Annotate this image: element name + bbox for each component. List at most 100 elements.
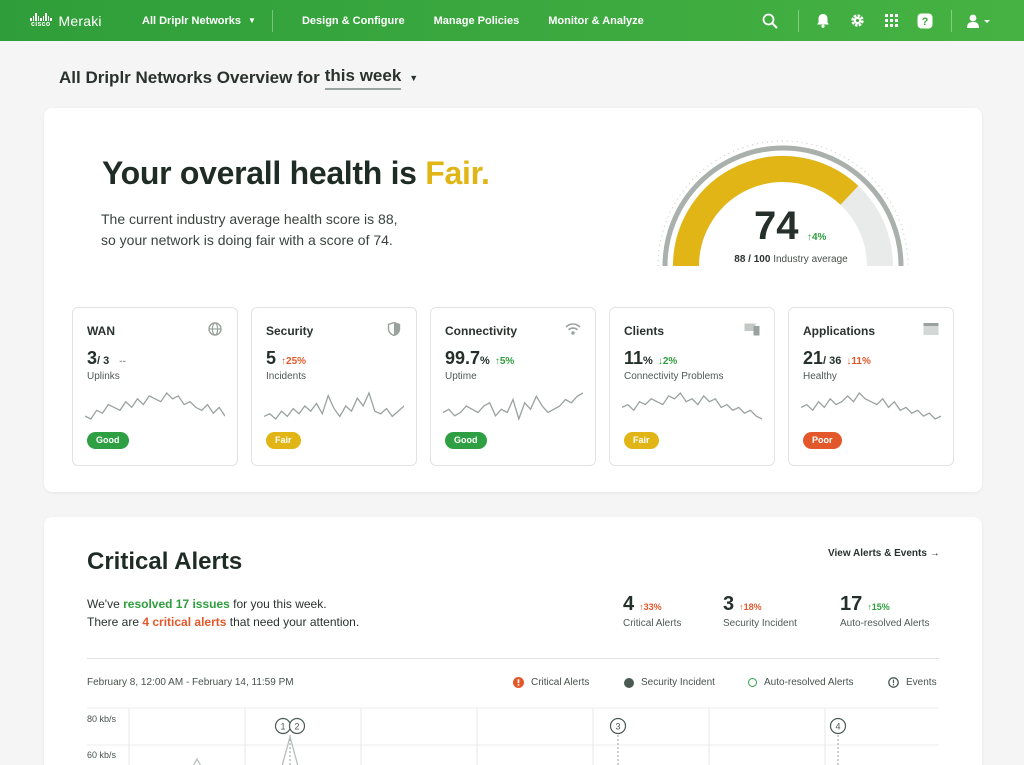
- chevron-down-icon[interactable]: ▼: [409, 73, 418, 83]
- stat-label: Critical Alerts: [623, 618, 682, 629]
- help-icon[interactable]: ?: [915, 11, 935, 31]
- divider: [87, 658, 939, 659]
- sparkline-path: [622, 391, 762, 420]
- metric-value-number: 3: [87, 348, 98, 368]
- metric-value-unit: %: [643, 355, 653, 367]
- event-marker-label: 2: [294, 722, 299, 732]
- brand-logo[interactable]: cisco Meraki: [30, 12, 132, 29]
- cisco-logo: cisco: [30, 12, 52, 29]
- network-selector-label: All Driplr Networks: [142, 14, 242, 27]
- security-dot-icon: [624, 677, 634, 688]
- text-span: We've: [87, 597, 124, 611]
- alerts-title: Critical Alerts: [87, 548, 243, 575]
- period-selector[interactable]: this week: [324, 66, 402, 90]
- legend-security-incident[interactable]: Security Incident: [624, 677, 715, 688]
- critical-alert-icon: [513, 677, 524, 688]
- alerts-traffic-chart: 1 2 3 4: [87, 707, 939, 765]
- metric-subtitle: Incidents: [266, 371, 307, 382]
- cisco-bars-icon: [30, 12, 52, 21]
- alerts-description-line2: There are 4 critical alerts that need yo…: [87, 613, 359, 631]
- stat-delta: ↑18%: [739, 602, 762, 612]
- search-icon[interactable]: [760, 11, 780, 31]
- metric-sparkline: [443, 392, 583, 422]
- metric-card-wan[interactable]: WAN 3/ 3 -- Uplinks Good: [72, 307, 238, 466]
- resolved-issues-link[interactable]: resolved 17 issues: [123, 597, 230, 611]
- sparkline-path: [264, 391, 404, 420]
- stat-value: 3: [723, 593, 735, 615]
- wifi-icon: [565, 323, 581, 335]
- user-icon[interactable]: [966, 11, 996, 31]
- event-marker-label: 3: [615, 722, 620, 732]
- nav-design-configure[interactable]: Design & Configure: [302, 0, 405, 41]
- page-title: All Driplr Networks Overview for this we…: [59, 66, 418, 90]
- legend-auto-resolved[interactable]: Auto-resolved Alerts: [748, 677, 854, 688]
- stat-security-incident: 3 ↑18% Security Incident: [723, 593, 797, 629]
- metric-card-applications[interactable]: Applications 21/ 36 ↓11% Healthy Poor: [788, 307, 954, 466]
- stat-label: Auto-resolved Alerts: [840, 618, 930, 629]
- network-selector[interactable]: All Driplr Networks ▼: [142, 9, 273, 32]
- metric-card-connectivity[interactable]: Connectivity 99.7% ↑5% Uptime Good: [430, 307, 596, 466]
- metric-sparkline: [264, 391, 404, 420]
- nav-icon-group: ?: [760, 0, 996, 41]
- stat-value: 4: [623, 593, 635, 615]
- metric-value-unit: %: [480, 355, 490, 367]
- view-alerts-events-link[interactable]: View Alerts & Events →: [828, 548, 940, 559]
- metric-value-number: 21: [803, 348, 824, 368]
- stat-critical-alerts: 4 ↑33% Critical Alerts: [623, 593, 681, 629]
- alerts-description: We've resolved 17 issues for you this we…: [87, 595, 359, 631]
- nav-manage-policies[interactable]: Manage Policies: [434, 0, 520, 41]
- health-score-change: ↑4%: [807, 232, 827, 243]
- metric-title: Applications: [803, 324, 876, 338]
- legend-events[interactable]: Events: [888, 677, 937, 688]
- stat-delta: ↑33%: [639, 602, 662, 612]
- metric-value: 99.7% ↑5%: [445, 348, 514, 369]
- nav-divider: [951, 9, 952, 32]
- metric-sparkline: [622, 391, 762, 420]
- sparkline-path: [85, 391, 225, 420]
- stat-auto-resolved: 17 ↑15% Auto-resolved Alerts: [840, 593, 930, 629]
- stat-delta: ↑15%: [867, 602, 890, 612]
- stat-label: Security Incident: [723, 618, 797, 629]
- svg-text:?: ?: [922, 16, 929, 28]
- bell-icon[interactable]: [813, 11, 833, 31]
- metric-subtitle: Uptime: [445, 371, 477, 382]
- health-description: The current industry average health scor…: [101, 209, 461, 251]
- event-marker-1: 1: [274, 717, 292, 735]
- metric-value-unit: / 36: [823, 355, 842, 367]
- health-rating: Fair.: [425, 155, 490, 191]
- cisco-wordmark: cisco: [31, 20, 51, 28]
- status-badge: Good: [87, 432, 129, 449]
- alerts-description-line1: We've resolved 17 issues for you this we…: [87, 595, 359, 613]
- metric-value: 5 ↑25%: [266, 348, 306, 369]
- legend-critical-alerts[interactable]: Critical Alerts: [513, 677, 589, 688]
- metric-sparkline: [801, 391, 941, 420]
- date-range: February 8, 12:00 AM - February 14, 11:5…: [87, 677, 294, 688]
- metric-value: 21/ 36 ↓11%: [803, 348, 871, 369]
- text-span: There are: [87, 615, 143, 629]
- sparkline-path: [443, 392, 583, 422]
- text-span: for you this week.: [229, 597, 327, 611]
- sparkline-path: [801, 391, 941, 420]
- event-marker-3: 3: [609, 717, 627, 735]
- health-description-line2: so your network is doing fair with a sco…: [101, 232, 393, 248]
- metric-subtitle: Uplinks: [87, 371, 120, 382]
- meraki-wordmark: Meraki: [58, 12, 102, 29]
- metric-delta: ↑25%: [281, 356, 307, 367]
- nav-monitor-analyze[interactable]: Monitor & Analyze: [548, 0, 644, 41]
- health-description-line1: The current industry average health scor…: [101, 211, 398, 227]
- globe-icon: [208, 322, 222, 336]
- industry-average-value: 88 / 100: [734, 254, 771, 265]
- metric-delta: --: [119, 356, 126, 367]
- metric-delta: ↑5%: [494, 356, 515, 367]
- apps-grid-icon[interactable]: [881, 11, 901, 31]
- gear-icon[interactable]: [847, 11, 867, 31]
- event-marker-2: 2: [288, 717, 306, 735]
- industry-average-label: Industry average: [773, 254, 848, 265]
- metric-card-clients[interactable]: Clients 11% ↓2% Connectivity Problems Fai…: [609, 307, 775, 466]
- critical-alerts-link[interactable]: 4 critical alerts: [142, 615, 226, 629]
- metric-card-security[interactable]: Security 5 ↑25% Incidents Fair: [251, 307, 417, 466]
- legend-label: Critical Alerts: [531, 677, 590, 688]
- metric-delta: ↓2%: [657, 356, 678, 367]
- status-badge: Fair: [266, 432, 301, 449]
- metric-value-number: 99.7: [445, 348, 481, 368]
